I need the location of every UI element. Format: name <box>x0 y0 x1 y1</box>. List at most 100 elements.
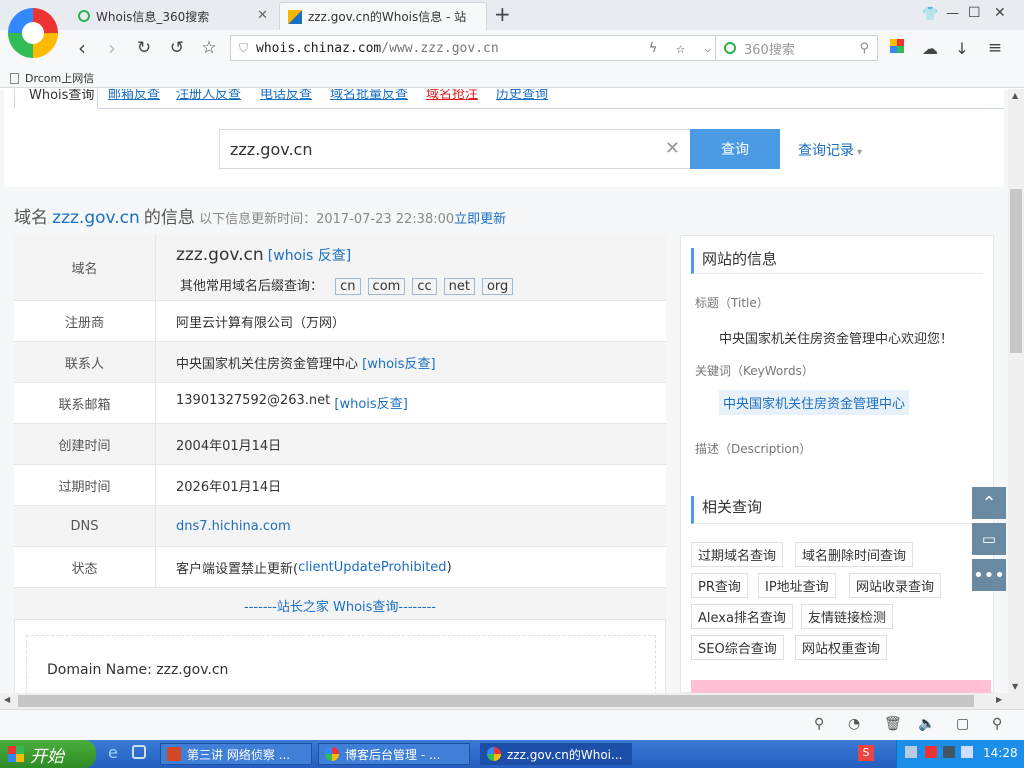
ie-icon[interactable]: e <box>108 743 118 762</box>
scroll-right-icon[interactable]: ▶ <box>996 695 1002 704</box>
whois-reverse-link[interactable]: [whois 反查] <box>268 248 351 264</box>
contact-whois-link[interactable]: [whois反查] <box>362 353 435 372</box>
tab-whois[interactable]: Whois查询 <box>14 89 98 109</box>
vertical-scrollbar[interactable]: ▲ ▼ <box>1008 89 1024 693</box>
refresh-link[interactable]: 立即更新 <box>454 212 506 227</box>
undo-icon[interactable]: ↺ <box>165 36 189 60</box>
suffix-com[interactable]: com <box>367 278 406 295</box>
minimize-button[interactable]: — <box>946 6 959 21</box>
domain-value: zzz.gov.cn <box>176 245 264 265</box>
related-pr[interactable]: PR查询 <box>691 573 748 598</box>
related-delete-time[interactable]: 域名删除时间查询 <box>795 542 914 567</box>
tab-chinaz-whois[interactable]: zzz.gov.cn的Whois信息 - 站 <box>279 2 487 30</box>
star-icon[interactable]: ☆ <box>197 36 221 60</box>
quicklaunch-icon[interactable] <box>132 745 146 759</box>
address-bar[interactable]: ⛉ whois.chinaz.com /www.zzz.gov.cn ϟ ☆ ⌵ <box>230 35 716 61</box>
related-seo[interactable]: SEO综合查询 <box>691 635 784 660</box>
update-time: 以下信息更新时间：2017-07-23 22:38:00 <box>199 212 455 227</box>
menu-icon[interactable]: ≡ <box>983 36 1007 60</box>
related-ip[interactable]: IP地址查询 <box>758 573 836 598</box>
scroll-up-icon[interactable]: ▲ <box>1012 91 1018 100</box>
speed-icon[interactable]: ◔ <box>848 716 860 732</box>
tab-email-reverse[interactable]: 邮箱反查 <box>108 89 160 102</box>
caret-down-icon: ▾ <box>854 147 863 158</box>
related-expired-domain[interactable]: 过期域名查询 <box>691 542 784 567</box>
lightning-icon[interactable]: ϟ <box>649 41 657 56</box>
network-icon[interactable] <box>905 746 917 758</box>
dns-value[interactable]: dns7.hichina.com <box>176 506 291 546</box>
system-tray: 14:28 <box>896 740 1024 768</box>
domain-search-input[interactable]: zzz.gov.cn ✕ <box>219 129 691 169</box>
browser-logo[interactable] <box>8 8 58 58</box>
download-icon[interactable]: ↓ <box>950 36 974 60</box>
start-button[interactable]: 开始 <box>0 740 96 768</box>
volume-icon[interactable] <box>961 746 973 758</box>
search-icon[interactable]: ⚲ <box>859 41 869 56</box>
suffix-cc[interactable]: cc <box>412 278 437 295</box>
task-blog[interactable]: 博客后台管理 - ... <box>318 743 470 765</box>
tab-label: zzz.gov.cn的Whois信息 - 站 <box>308 10 467 24</box>
suffix-net[interactable]: net <box>443 278 475 295</box>
tab-registrant-reverse[interactable]: 注册人反查 <box>176 89 241 102</box>
chevron-down-icon[interactable]: ⌵ <box>704 42 711 55</box>
refresh-icon[interactable]: ↻ <box>132 36 156 60</box>
windows-logo-icon <box>8 746 24 762</box>
heading-domain[interactable]: zzz.gov.cn <box>52 208 140 228</box>
clear-icon[interactable]: ✕ <box>665 138 680 159</box>
back-icon[interactable]: ‹ <box>70 36 94 60</box>
zoom-icon[interactable]: ⚲ <box>992 716 1002 732</box>
related-index[interactable]: 网站收录查询 <box>849 573 942 598</box>
tray-app-icon[interactable] <box>943 746 955 758</box>
tab-domain-snap[interactable]: 域名抢注 <box>426 89 478 102</box>
browser-task-icon <box>325 747 339 761</box>
query-history-link[interactable]: 查询记录 ▾ <box>798 140 862 160</box>
task-ppt[interactable]: 第三讲 网络侦察 ... <box>160 743 312 765</box>
query-button[interactable]: 查询 <box>690 129 780 169</box>
new-tab-button[interactable]: + <box>494 2 511 26</box>
tab-batch-reverse[interactable]: 域名批量反查 <box>330 89 408 102</box>
apps-grid-icon[interactable] <box>890 39 904 53</box>
row-created: 创建时间 2004年01月14日 <box>14 424 666 465</box>
horizontal-scrollbar[interactable]: ◀ ▶ <box>0 693 1024 709</box>
hscroll-thumb[interactable] <box>18 695 974 707</box>
more-icon[interactable]: ••• <box>972 559 1006 591</box>
description-label: 描述（Description） <box>695 442 812 456</box>
scroll-left-icon[interactable]: ◀ <box>4 695 10 704</box>
related-friend-link[interactable]: 友情链接检测 <box>801 604 894 629</box>
ime-icon[interactable]: S <box>858 745 874 761</box>
shirt-icon[interactable]: 👕 <box>922 7 938 22</box>
close-icon[interactable]: ✕ <box>257 8 268 23</box>
suffix-cn[interactable]: cn <box>335 278 361 295</box>
window-icon[interactable]: ▢ <box>956 716 969 732</box>
tab-phone-reverse[interactable]: 电话反查 <box>260 89 312 102</box>
scroll-thumb[interactable] <box>1010 189 1022 353</box>
tab-history[interactable]: 历史查询 <box>496 89 548 102</box>
maximize-button[interactable]: ☐ <box>968 5 981 21</box>
email-whois-link[interactable]: [whois反查] <box>334 393 407 412</box>
status-code[interactable]: clientUpdateProhibited <box>298 560 446 575</box>
title-label: 标题（Title） <box>695 296 769 310</box>
keyword-tag[interactable]: 中央国家机关住房资金管理中心 <box>719 390 910 415</box>
back-to-top-button[interactable]: ⌃ <box>972 487 1006 519</box>
trash-icon[interactable]: 🗑 <box>884 716 902 732</box>
chinaz-whois-link[interactable]: -------站长之家 Whois查询-------- <box>14 596 666 615</box>
subnav: Whois查询 邮箱反查 注册人反查 电话反查 域名批量反查 域名抢注 历史查询 <box>14 89 1004 109</box>
search-input[interactable]: 360搜索 ⚲ <box>716 35 878 61</box>
speaker-icon[interactable]: 🔈 <box>918 716 935 732</box>
task-whois[interactable]: zzz.gov.cn的Whoi... <box>480 743 632 765</box>
cloud-icon[interactable]: ☁ <box>918 36 942 60</box>
security-icon[interactable] <box>925 746 937 758</box>
feedback-icon[interactable]: ▭ <box>972 523 1006 555</box>
related-alexa[interactable]: Alexa排名查询 <box>691 604 793 629</box>
related-title: 相关查询 <box>691 496 983 524</box>
scroll-down-icon[interactable]: ▼ <box>1012 682 1018 691</box>
favorite-star-icon[interactable]: ☆ <box>676 39 685 57</box>
tab-whois-search[interactable]: Whois信息_360搜索 ✕ <box>70 2 276 30</box>
related-weight[interactable]: 网站权重查询 <box>795 635 888 660</box>
forward-icon[interactable]: › <box>100 36 124 60</box>
pin-icon[interactable]: ⚲ <box>814 716 824 732</box>
clock: 14:28 <box>983 746 1018 760</box>
bookmark-drcom[interactable]: Drcom上网信 <box>10 70 94 86</box>
suffix-org[interactable]: org <box>481 278 514 295</box>
close-window-button[interactable]: ✕ <box>994 5 1006 21</box>
